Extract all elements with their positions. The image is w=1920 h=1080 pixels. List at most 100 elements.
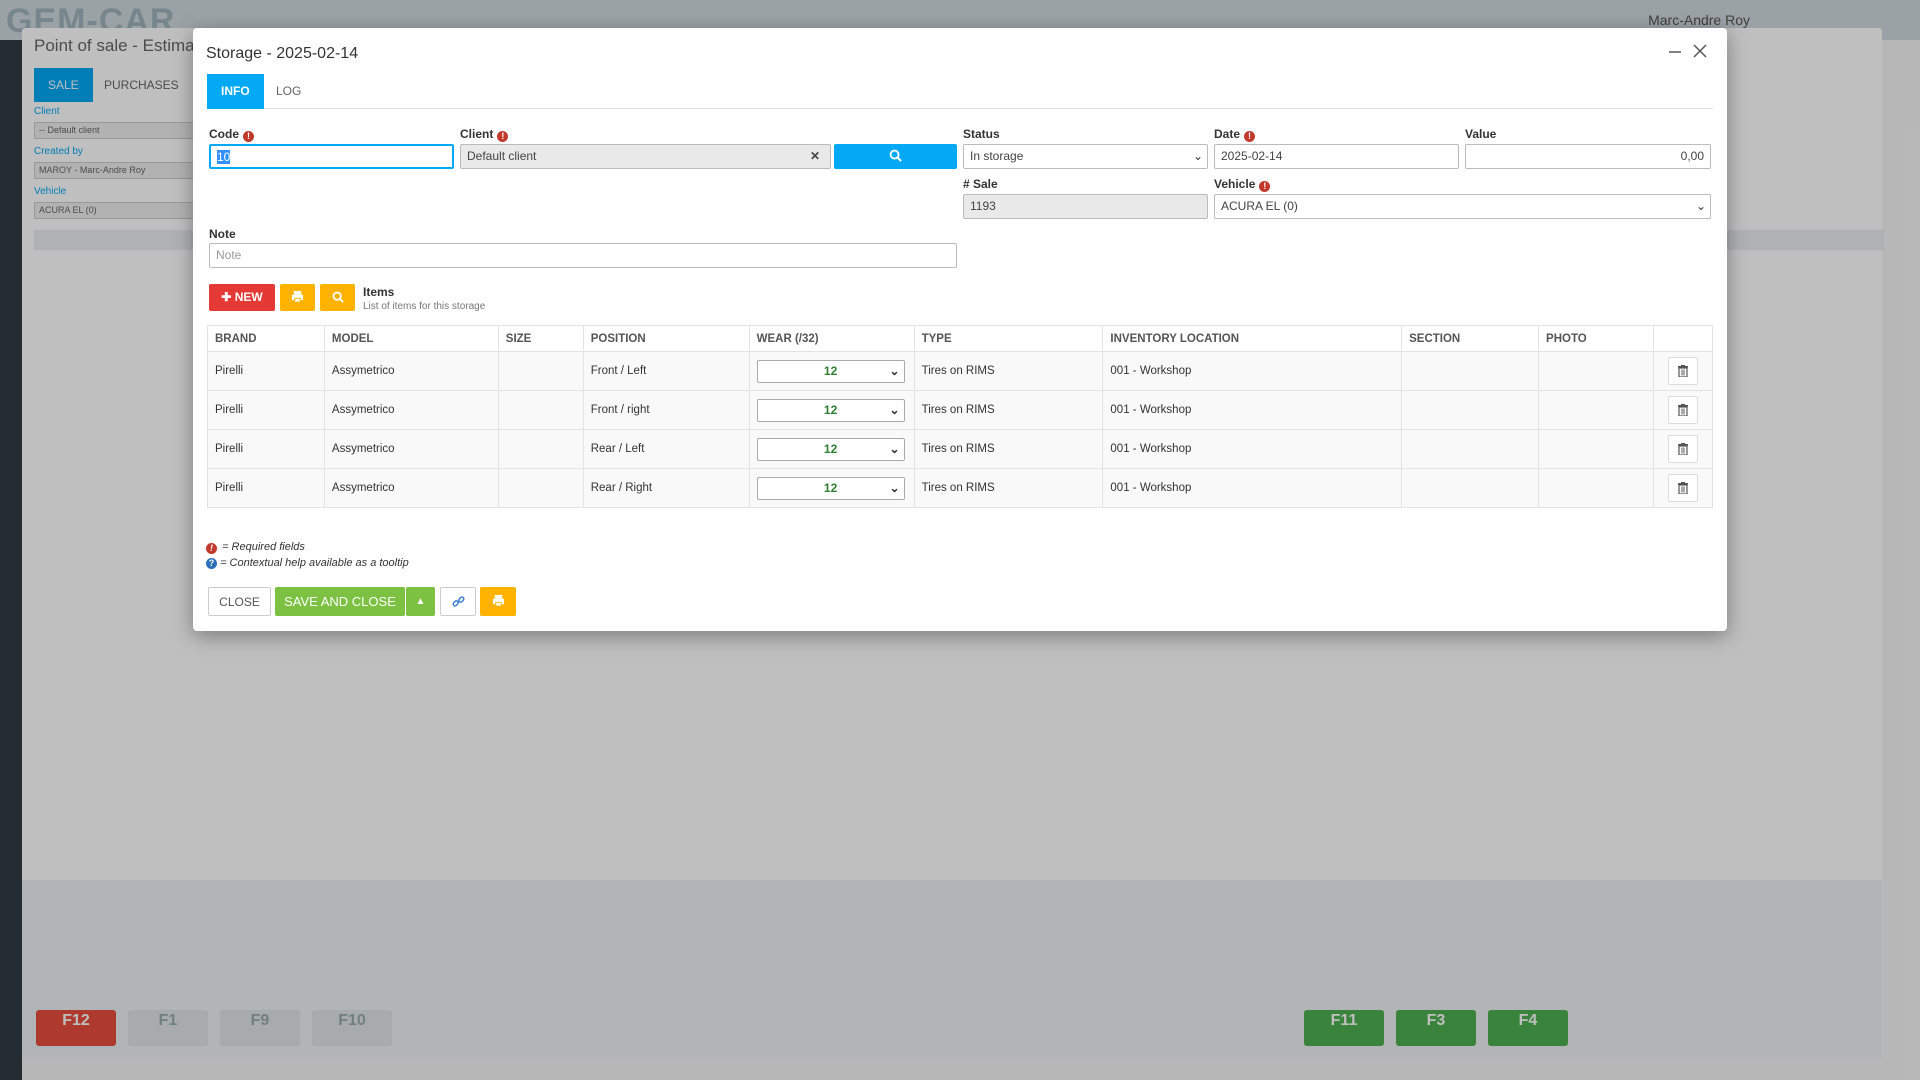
chevron-down-icon: ⌄ (889, 402, 900, 417)
size-cell (497, 351, 584, 391)
wear-cell: 12 ⌄ (748, 351, 915, 391)
close-icon[interactable] (1693, 42, 1707, 63)
size-cell (497, 390, 584, 430)
chevron-down-icon: ⌄ (889, 480, 900, 495)
location-cell: 001 - Workshop (1102, 390, 1403, 430)
chevron-down-icon: ⌄ (1192, 149, 1203, 163)
search-icon (332, 291, 344, 303)
new-item-button[interactable]: ✚ NEW (209, 284, 275, 311)
client-search-button[interactable] (834, 144, 957, 169)
code-label: Code! (209, 127, 254, 142)
photo-cell (1538, 351, 1654, 391)
photo-cell (1538, 429, 1654, 469)
required-icon: ! (243, 131, 254, 142)
print-icon (492, 594, 504, 607)
position-cell: Front / Left (582, 351, 750, 391)
items-table: BRAND MODEL SIZE POSITION WEAR (/32) TYP… (207, 325, 1714, 508)
minimize-icon[interactable] (1668, 42, 1682, 63)
action-cell (1652, 351, 1714, 391)
trash-icon (1677, 443, 1688, 455)
column-header (1652, 325, 1714, 352)
value-input[interactable]: 0,00 (1465, 144, 1711, 169)
section-cell (1401, 351, 1540, 391)
column-header: WEAR (/32) (748, 325, 915, 352)
brand-cell: Pirelli (207, 429, 325, 469)
caret-up-icon: ▲ (415, 596, 426, 607)
column-header: PHOTO (1538, 325, 1654, 352)
items-title: Items (363, 285, 395, 299)
required-icon: ! (206, 543, 217, 554)
tab-info[interactable]: INFO (207, 74, 264, 109)
delete-row-button[interactable] (1667, 474, 1698, 502)
items-subtitle: List of items for this storage (363, 301, 486, 312)
trash-icon (1677, 404, 1688, 416)
search-items-button[interactable] (320, 284, 355, 311)
column-header: INVENTORY LOCATION (1102, 325, 1403, 352)
required-icon: ! (1244, 131, 1256, 142)
type-cell: Tires on RIMS (913, 390, 1104, 430)
sale-label: # Sale (963, 177, 998, 191)
delete-row-button[interactable] (1667, 396, 1698, 424)
column-header: POSITION (582, 325, 750, 352)
legend-required: ! = Required fields (206, 541, 305, 554)
trash-icon (1677, 482, 1688, 494)
table-row[interactable]: Pirelli Assymetrico Front / right 12 ⌄ Ti… (207, 390, 1714, 430)
date-input[interactable]: 2025-02-14 (1214, 144, 1459, 169)
table-row[interactable]: Pirelli Assymetrico Rear / Left 12 ⌄ Tire… (207, 429, 1714, 469)
save-and-close-button[interactable]: SAVE AND CLOSE (275, 587, 405, 616)
model-cell: Assymetrico (323, 468, 499, 508)
required-icon: ! (1259, 181, 1271, 192)
print-icon (291, 290, 304, 303)
trash-icon (1677, 365, 1688, 377)
save-options-button[interactable]: ▲ (406, 587, 435, 616)
delete-row-button[interactable] (1667, 357, 1698, 385)
value-label: Value (1465, 127, 1497, 141)
wear-select[interactable]: 12 ⌄ (756, 476, 905, 500)
print-button[interactable] (480, 587, 516, 616)
column-header: TYPE (913, 325, 1104, 352)
brand-cell: Pirelli (207, 468, 325, 508)
brand-cell: Pirelli (207, 351, 325, 391)
position-cell: Rear / Right (582, 468, 750, 508)
size-cell (497, 468, 584, 508)
table-row[interactable]: Pirelli Assymetrico Rear / Right 12 ⌄ Tir… (207, 468, 1714, 508)
model-cell: Assymetrico (323, 429, 499, 469)
search-icon (889, 149, 902, 162)
note-label: Note (209, 227, 236, 241)
status-label: Status (963, 127, 1000, 141)
type-cell: Tires on RIMS (913, 429, 1104, 469)
client-input[interactable]: Default client ✕ (460, 144, 831, 169)
photo-cell (1538, 468, 1654, 508)
column-header: MODEL (323, 325, 499, 352)
help-icon: ? (206, 558, 217, 569)
print-items-button[interactable] (280, 284, 315, 311)
clear-icon[interactable]: ✕ (810, 145, 820, 168)
wear-select[interactable]: 12 ⌄ (756, 359, 905, 383)
link-button[interactable] (440, 587, 476, 616)
tab-log[interactable]: LOG (262, 74, 315, 109)
close-button[interactable]: CLOSE (208, 587, 271, 616)
status-select[interactable]: In storage ⌄ (963, 144, 1208, 169)
location-cell: 001 - Workshop (1102, 429, 1403, 469)
code-input[interactable]: 10 (209, 144, 454, 169)
wear-cell: 12 ⌄ (748, 390, 915, 430)
delete-row-button[interactable] (1667, 435, 1698, 463)
wear-cell: 12 ⌄ (748, 429, 915, 469)
column-header: SECTION (1401, 325, 1540, 352)
model-cell: Assymetrico (323, 351, 499, 391)
wear-select[interactable]: 12 ⌄ (756, 398, 905, 422)
section-cell (1401, 429, 1540, 469)
required-icon: ! (497, 131, 509, 142)
note-input[interactable]: Note (209, 243, 957, 268)
chevron-down-icon: ⌄ (889, 441, 900, 456)
wear-select[interactable]: 12 ⌄ (756, 437, 905, 461)
wear-cell: 12 ⌄ (748, 468, 915, 508)
storage-modal: Storage - 2025-02-14 INFO LOG Code! 10 C… (193, 28, 1727, 631)
position-cell: Front / right (582, 390, 750, 430)
table-row[interactable]: Pirelli Assymetrico Front / Left 12 ⌄ Tir… (207, 351, 1714, 391)
location-cell: 001 - Workshop (1102, 468, 1403, 508)
date-label: Date! (1214, 127, 1256, 142)
position-cell: Rear / Left (582, 429, 750, 469)
client-label: Client! (460, 127, 509, 142)
vehicle-select[interactable]: ACURA EL (0) ⌄ (1214, 194, 1711, 219)
